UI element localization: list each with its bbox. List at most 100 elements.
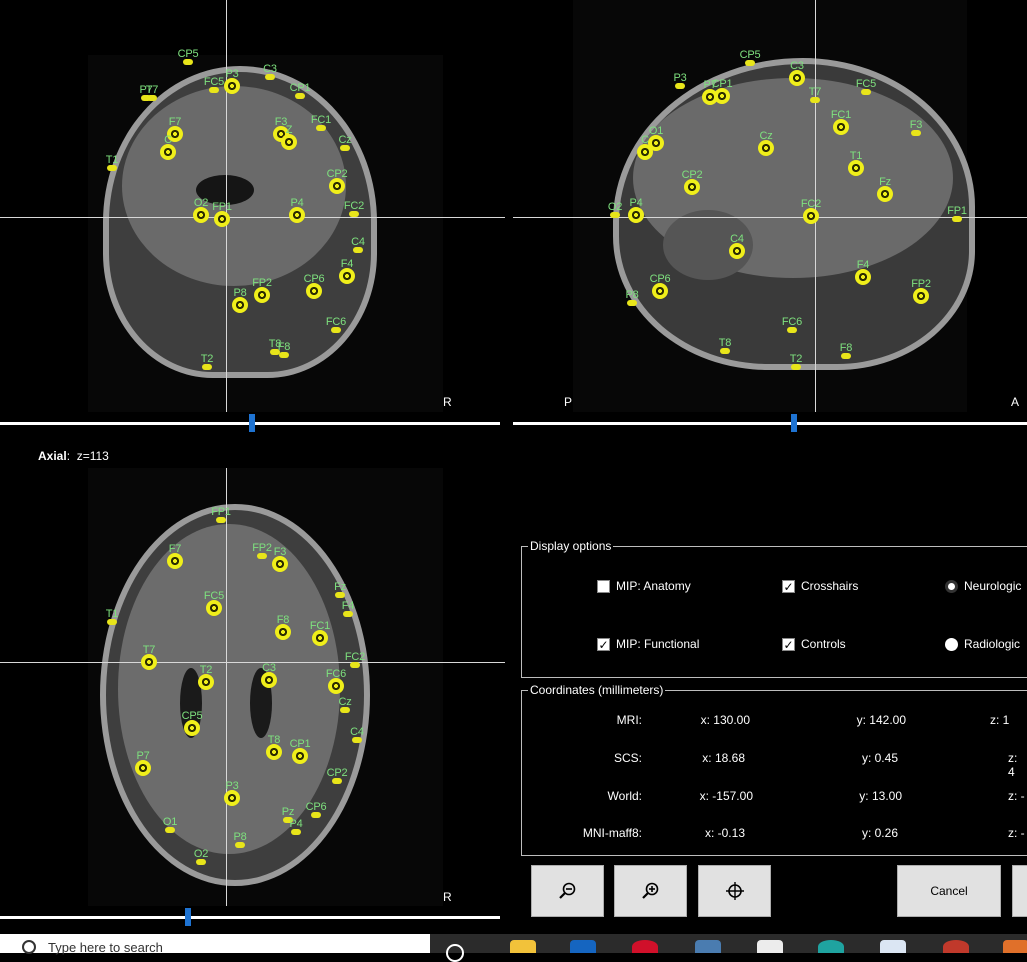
mip-anatomy-box[interactable]: [597, 579, 610, 593]
electrode-label: F3: [909, 119, 923, 131]
app-icon-red[interactable]: [943, 940, 969, 953]
axial-slice-slider-track[interactable]: [0, 916, 500, 919]
file-explorer-icon[interactable]: [510, 940, 536, 953]
electrode-marker[interactable]: [328, 678, 344, 694]
electrode-marker[interactable]: [306, 283, 322, 299]
coord-y: y: 142.00: [856, 713, 906, 727]
electrode-marker[interactable]: [652, 283, 668, 299]
electrode-label: O1: [162, 816, 178, 828]
electrode-marker[interactable]: [214, 211, 230, 227]
coronal-orientation-right: R: [443, 395, 452, 409]
electrode-marker[interactable]: [312, 630, 328, 646]
opera-icon[interactable]: [632, 940, 658, 953]
calculator-icon[interactable]: [695, 940, 721, 953]
controls-checkbox[interactable]: ✓ Controls: [782, 637, 846, 651]
electrode-label: C3: [790, 60, 804, 72]
electrode-label: C4: [351, 236, 365, 248]
electrode-marker[interactable]: [637, 144, 653, 160]
electrode-marker[interactable]: [206, 600, 222, 616]
axial-slice-slider-thumb[interactable]: [185, 908, 191, 926]
electrode-marker[interactable]: [714, 88, 730, 104]
electrode-marker[interactable]: [684, 179, 700, 195]
taskbar-search-box[interactable]: Type here to search: [0, 934, 430, 955]
electrode-marker[interactable]: [855, 269, 871, 285]
electrode-marker[interactable]: [913, 288, 929, 304]
electrode-marker[interactable]: [339, 268, 355, 284]
radiological-radio-dot[interactable]: [945, 637, 958, 651]
electrode-marker[interactable]: [184, 720, 200, 736]
sagittal-slice-slider-thumb[interactable]: [791, 414, 797, 432]
electrode-label: P3: [225, 780, 239, 792]
coord-z: z: -: [1008, 826, 1025, 840]
electrode-label: FC6: [325, 668, 347, 680]
electrode-marker[interactable]: [789, 70, 805, 86]
electrode-marker[interactable]: [329, 178, 345, 194]
axial-title-label: Axial: [38, 449, 67, 463]
sagittal-crosshair-horizontal: [513, 217, 1027, 218]
electrode-marker[interactable]: [261, 672, 277, 688]
mip-functional-box[interactable]: ✓: [597, 637, 610, 651]
electrode-label: Cz: [338, 134, 352, 146]
electrode-marker[interactable]: [877, 186, 893, 202]
electrode-marker[interactable]: [803, 208, 819, 224]
zoom-out-button[interactable]: [531, 865, 604, 917]
electrode-label: FC2: [344, 651, 366, 663]
electrode-marker[interactable]: [232, 297, 248, 313]
coronal-slice-slider-thumb[interactable]: [249, 414, 255, 432]
electrode-marker[interactable]: [266, 744, 282, 760]
radiological-radio[interactable]: Radiologic: [945, 637, 1020, 651]
crosshairs-label: Crosshairs: [801, 579, 859, 593]
electrode-label: FC1: [830, 109, 852, 121]
sagittal-slice-slider-track[interactable]: [513, 422, 1027, 425]
neurological-radio-dot[interactable]: [945, 579, 958, 593]
electrode-marker[interactable]: [281, 134, 297, 150]
mip-anatomy-checkbox[interactable]: MIP: Anatomy: [597, 579, 691, 593]
electrode-label: CP1: [289, 738, 311, 750]
electrode-marker[interactable]: [254, 287, 270, 303]
electrode-label: FP1: [211, 506, 231, 518]
coord-name: SCS:: [613, 751, 642, 765]
cancel-button[interactable]: Cancel: [897, 865, 1001, 917]
center-crosshair-button[interactable]: [698, 865, 771, 917]
electrode-marker[interactable]: [628, 207, 644, 223]
electrode-marker[interactable]: [272, 556, 288, 572]
electrode-marker[interactable]: [292, 748, 308, 764]
electrode-marker[interactable]: [275, 624, 291, 640]
zoom-in-button[interactable]: [614, 865, 687, 917]
electrode-label: C: [641, 134, 649, 146]
coord-x: x: 130.00: [700, 713, 750, 727]
edge-icon[interactable]: [818, 940, 844, 953]
coronal-view[interactable]: R: [0, 0, 505, 412]
electrode-marker[interactable]: [758, 140, 774, 156]
neurological-radio[interactable]: Neurologic: [945, 579, 1021, 593]
electrode-marker[interactable]: [224, 78, 240, 94]
app-icon-store[interactable]: [880, 940, 906, 953]
axial-view[interactable]: R: [0, 468, 505, 906]
mip-functional-checkbox[interactable]: ✓ MIP: Functional: [597, 637, 699, 651]
ok-button-partial[interactable]: [1012, 865, 1027, 917]
electrode-label: Cz: [759, 130, 773, 142]
electrode-marker[interactable]: [160, 144, 176, 160]
electrode-marker[interactable]: [848, 160, 864, 176]
electrode-marker[interactable]: [141, 654, 157, 670]
electrode-marker[interactable]: [135, 760, 151, 776]
electrode-label: T1: [105, 154, 119, 166]
axial-title-value: z=113: [76, 449, 109, 463]
app-icon-white[interactable]: [757, 940, 783, 953]
electrode-label: F4: [340, 258, 354, 270]
electrode-marker[interactable]: [198, 674, 214, 690]
electrode-label: P4: [289, 818, 303, 830]
electrode-marker[interactable]: [224, 790, 240, 806]
crosshairs-box[interactable]: ✓: [782, 579, 795, 593]
electrode-marker[interactable]: [167, 553, 183, 569]
coord-y: y: 13.00: [859, 789, 902, 803]
app-icon-blue[interactable]: [570, 940, 596, 953]
taskview-icon[interactable]: [446, 944, 464, 962]
crosshairs-checkbox[interactable]: ✓ Crosshairs: [782, 579, 858, 593]
electrode-marker[interactable]: [193, 207, 209, 223]
matlab-icon[interactable]: [1003, 940, 1027, 953]
electrode-marker[interactable]: [729, 243, 745, 259]
controls-box[interactable]: ✓: [782, 637, 795, 651]
electrode-marker[interactable]: [833, 119, 849, 135]
electrode-marker[interactable]: [289, 207, 305, 223]
